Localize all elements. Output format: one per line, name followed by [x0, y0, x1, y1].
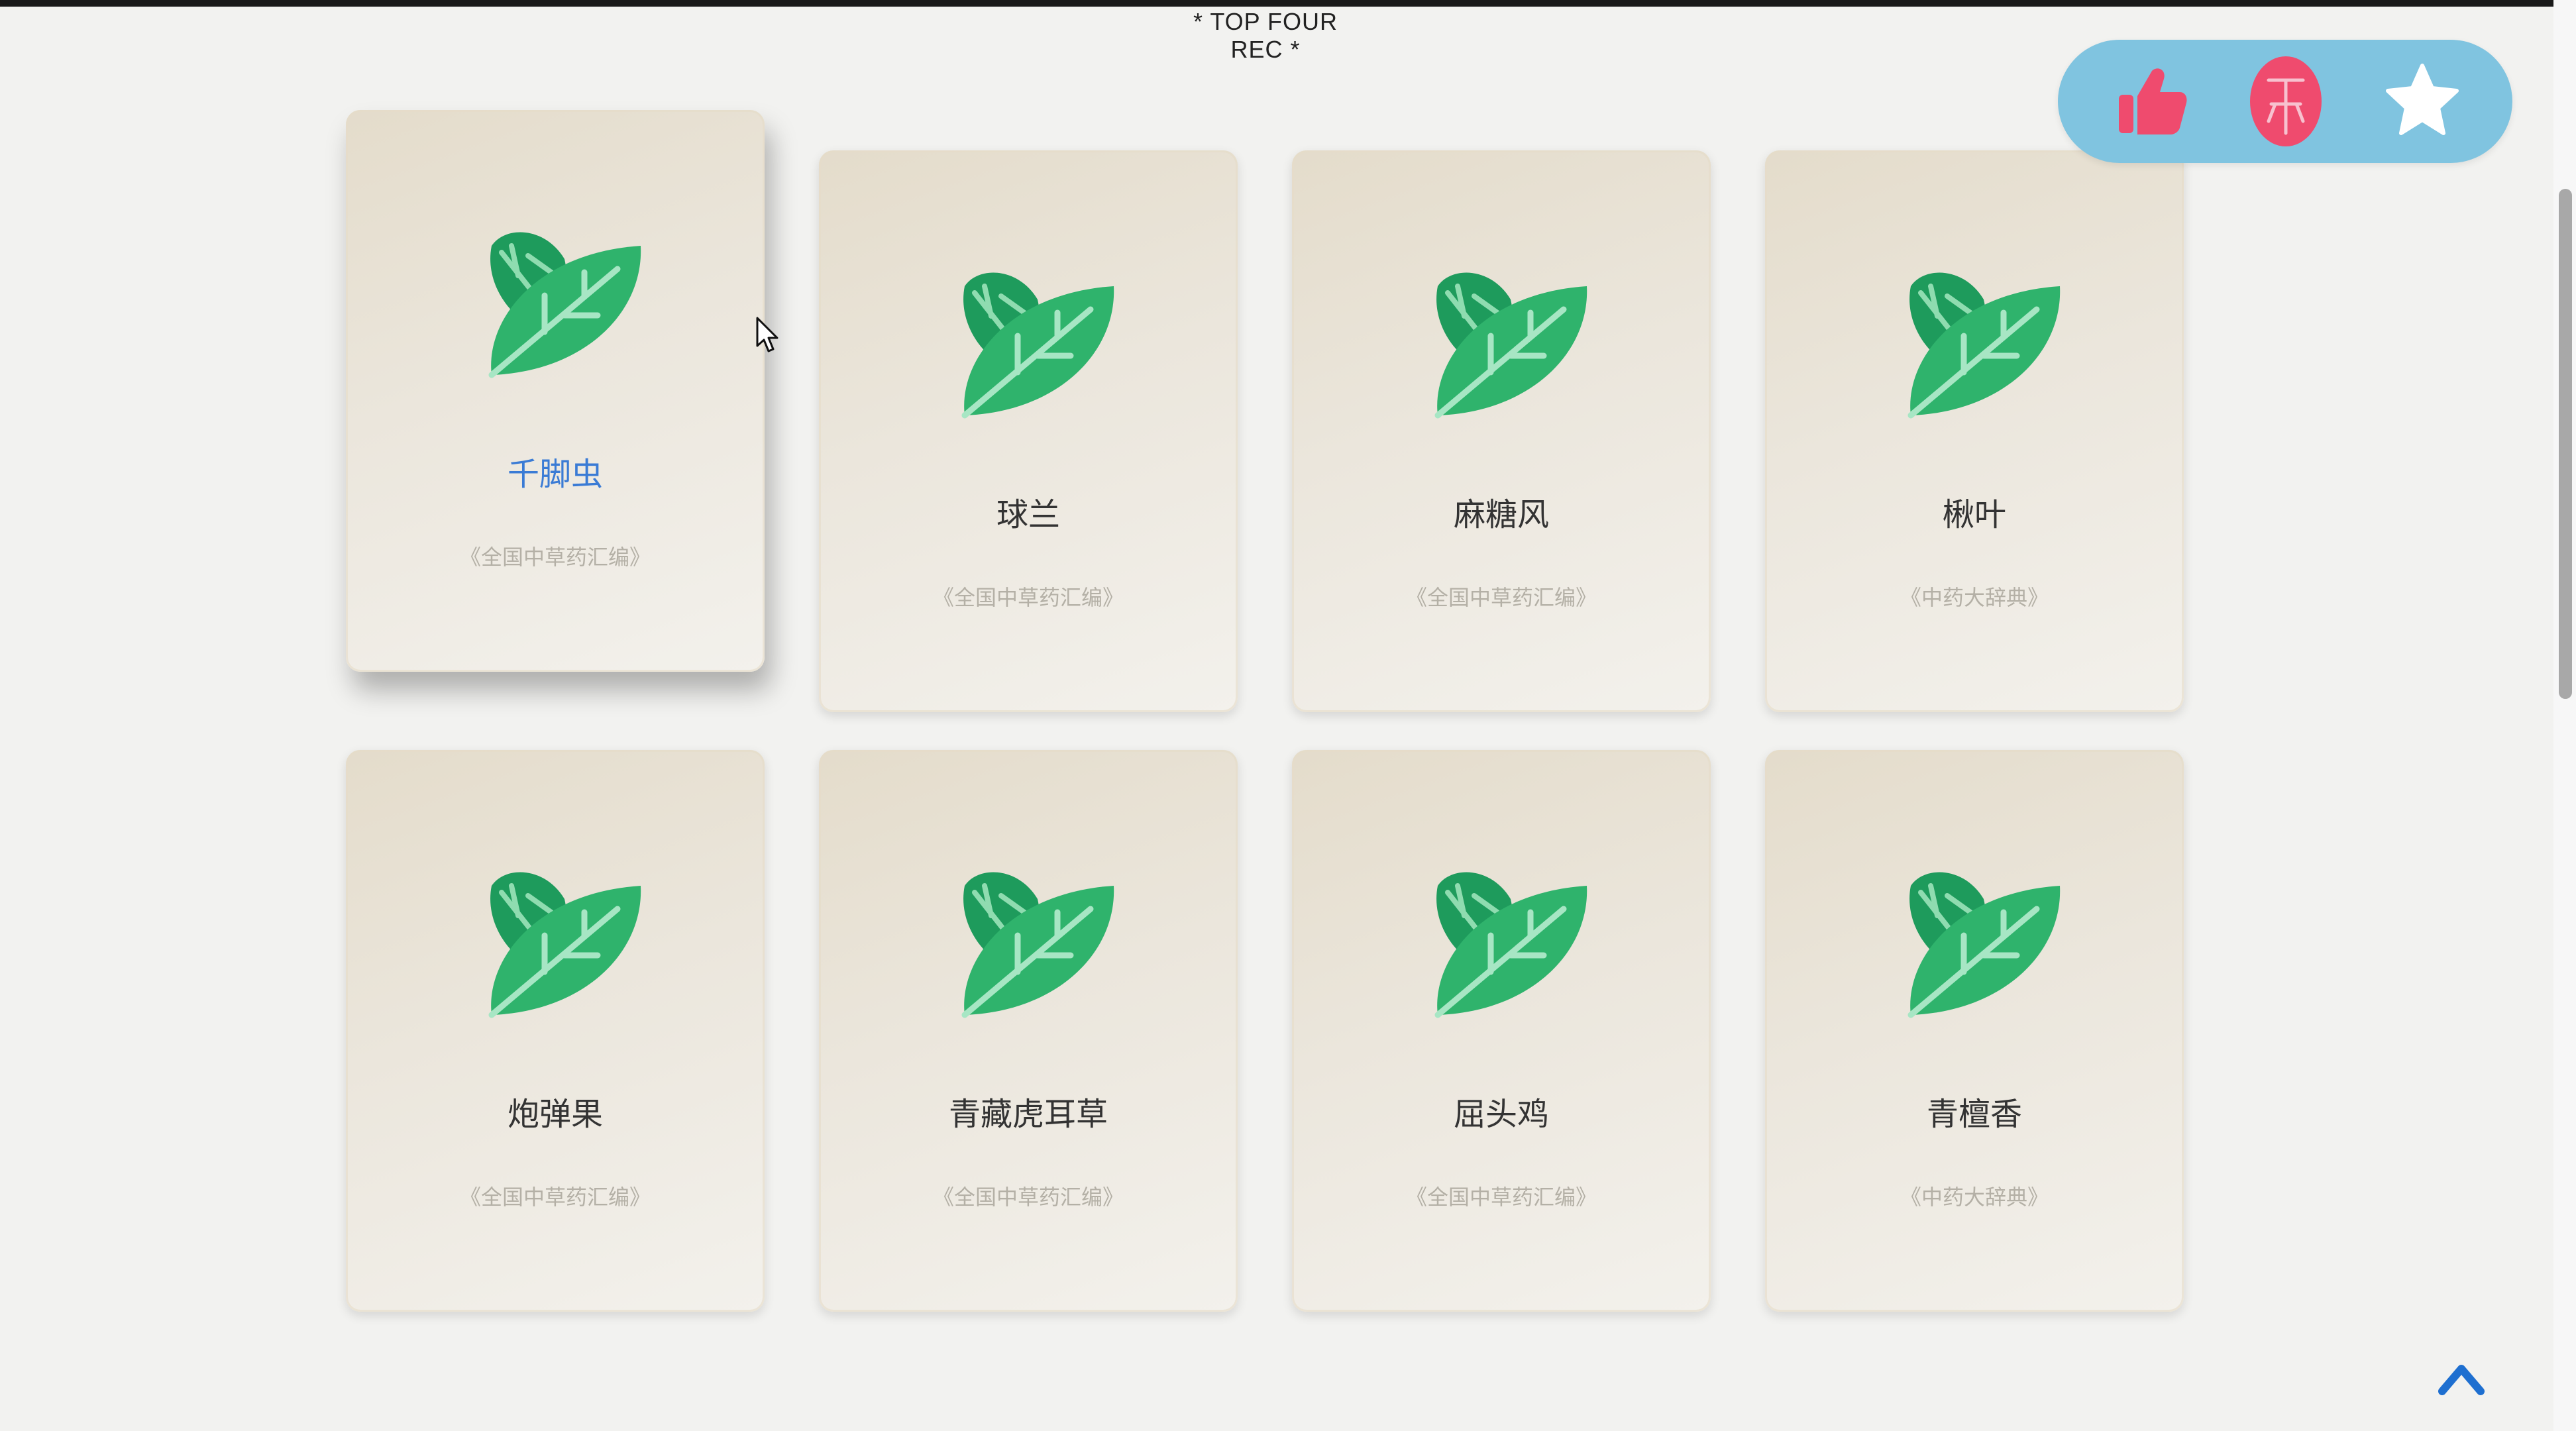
herb-source: 《中药大辞典》 [1900, 1185, 2049, 1210]
herb-name: 青藏虎耳草 [948, 1096, 1108, 1133]
herb-name: 千脚虫 [507, 456, 603, 493]
herb-name: 炮弹果 [507, 1096, 603, 1133]
herb-source: 《全国中草药汇编》 [932, 1185, 1124, 1210]
section-title: * TOP FOUR REC * [1193, 8, 1338, 63]
herb-card-8[interactable]: 青檀香 《中药大辞典》 [1765, 750, 2184, 1312]
chevron-up-icon[interactable] [2438, 1358, 2485, 1398]
herb-card-2[interactable]: 球兰 《全国中草药汇编》 [819, 150, 1238, 712]
action-panel [2058, 40, 2512, 163]
herb-source: 《全国中草药汇编》 [1405, 585, 1597, 610]
herb-card-7[interactable]: 屈头鸡 《全国中草药汇编》 [1292, 750, 1711, 1312]
leaf-icon [488, 232, 641, 378]
herb-source: 《全国中草药汇编》 [932, 585, 1124, 610]
herb-card-3[interactable]: 麻糖风 《全国中草药汇编》 [1292, 150, 1711, 712]
scrollbar-thumb[interactable] [2559, 189, 2572, 699]
herb-card-5[interactable]: 炮弹果 《全国中草药汇编》 [346, 750, 765, 1312]
leaf-icon [1434, 872, 1587, 1018]
coin-icon [2250, 56, 2322, 146]
like-button[interactable] [2111, 62, 2190, 141]
herb-source: 《中药大辞典》 [1900, 585, 2049, 610]
leaf-icon [1907, 272, 2061, 419]
leaf-icon [488, 872, 641, 1018]
herb-source: 《全国中草药汇编》 [459, 1185, 651, 1210]
herb-card-1[interactable]: 千脚虫 《全国中草药汇编》 [346, 110, 765, 672]
thumbs-up-icon [2119, 68, 2187, 134]
leaf-icon [1907, 872, 2061, 1018]
leaf-icon [1434, 272, 1587, 419]
favorite-button[interactable] [2383, 62, 2462, 141]
herb-source: 《全国中草药汇编》 [1405, 1185, 1597, 1210]
herb-name: 青檀香 [1926, 1096, 2022, 1133]
page: * TOP FOUR REC * 千脚虫 《全国中草药汇编》 球兰 《全国中草药… [0, 0, 2576, 1431]
herb-name: 楸叶 [1942, 496, 2006, 533]
top-bar [0, 0, 2576, 7]
herb-card-6[interactable]: 青藏虎耳草 《全国中草药汇编》 [819, 750, 1238, 1312]
herb-name: 麻糖风 [1453, 496, 1549, 533]
herb-name: 球兰 [996, 496, 1060, 533]
herb-source: 《全国中草药汇编》 [459, 545, 651, 570]
mouse-cursor-icon [756, 317, 778, 352]
star-icon [2386, 64, 2459, 135]
herb-card-4[interactable]: 楸叶 《中药大辞典》 [1765, 150, 2184, 712]
coin-button[interactable] [2246, 56, 2326, 146]
scrollbar[interactable] [2553, 0, 2576, 1431]
leaf-icon [961, 272, 1114, 419]
leaf-icon [961, 872, 1114, 1018]
herb-name: 屈头鸡 [1453, 1096, 1549, 1133]
